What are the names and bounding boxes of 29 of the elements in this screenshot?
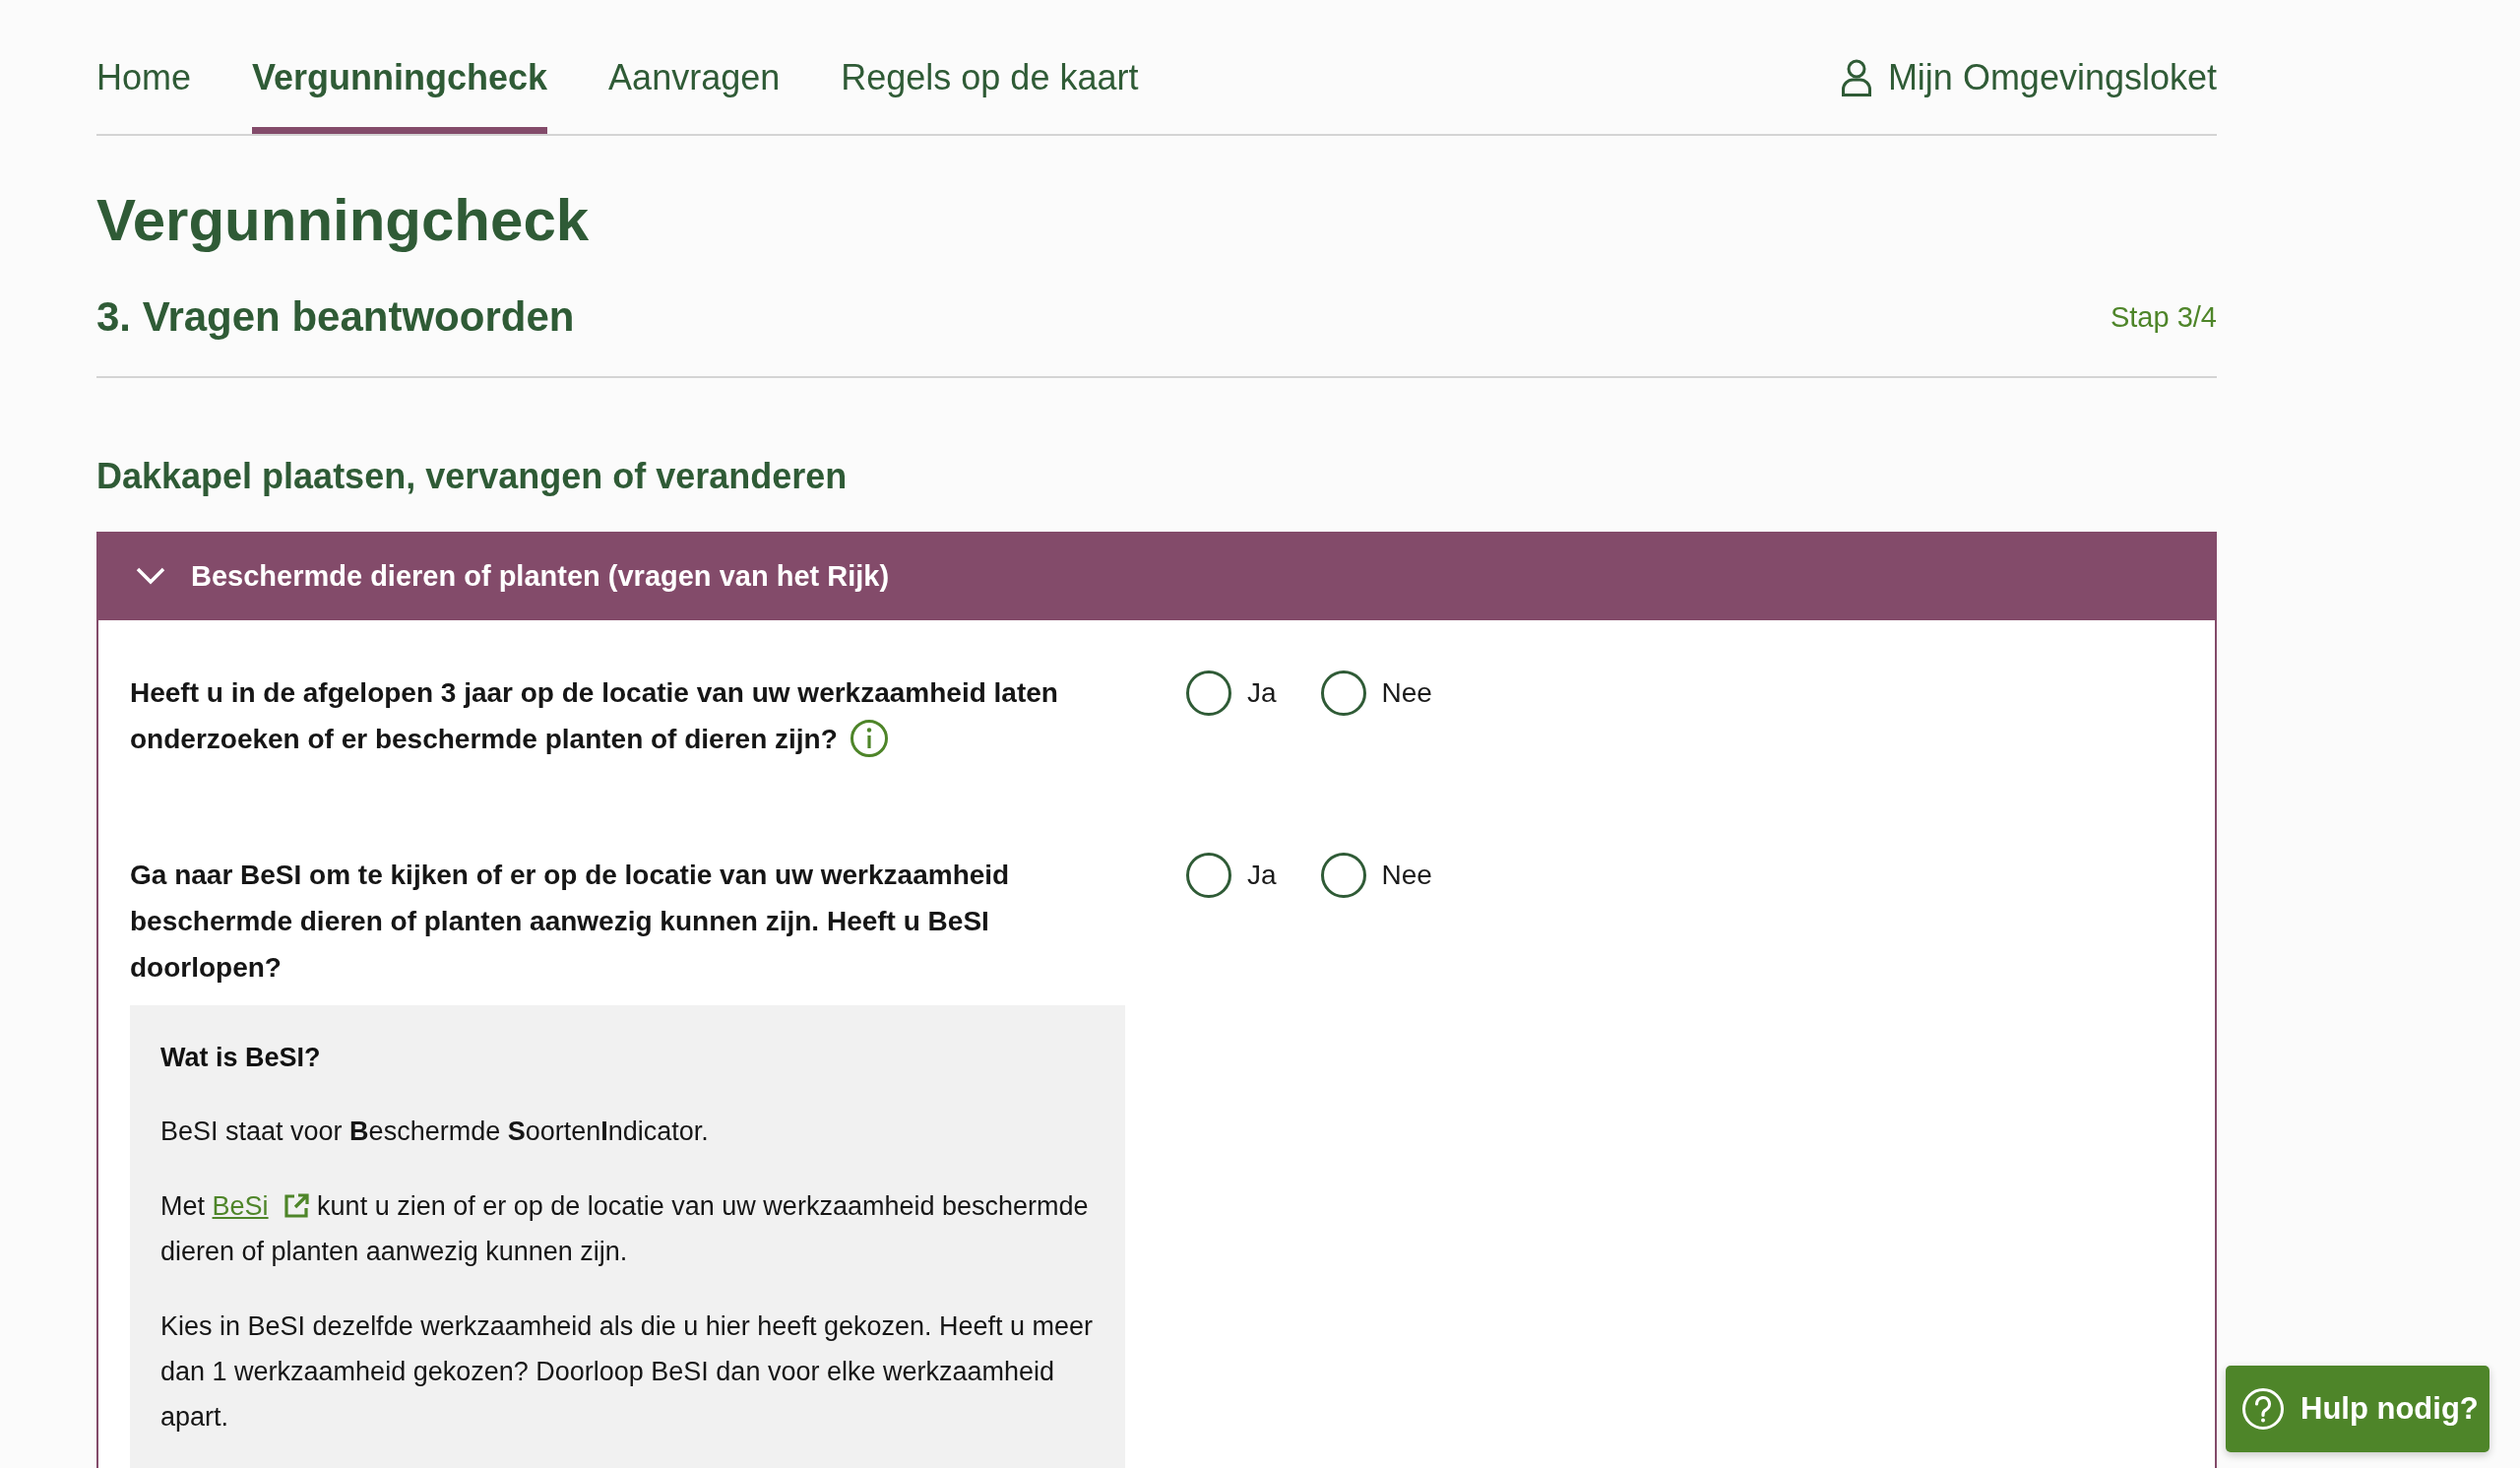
nav-tab[interactable]: Regels op de kaart (841, 35, 1139, 134)
info-title: Wat is BeSI? (160, 1042, 322, 1074)
user-icon (1840, 58, 1872, 96)
option-label[interactable]: Ja (1247, 859, 1277, 891)
external-link-icon (282, 1192, 310, 1220)
option-label[interactable]: Nee (1381, 859, 1432, 891)
account-link[interactable]: Mijn Omgevingsloket (1840, 35, 2217, 134)
question-text: Heeft u in de afgelopen 3 jaar op de locatie van uw werkzaamheid laten onderzoeken of er beschermde planten of dieren zijn? (130, 670, 1125, 762)
help-button[interactable]: Hulp nodig? (2226, 1366, 2489, 1452)
option-label[interactable]: Ja (1247, 676, 1277, 709)
option-label[interactable]: Nee (1381, 676, 1432, 709)
radio-button[interactable] (1186, 852, 1231, 898)
info-text: BeSI staat voor Beschermde SoortenIndicator. (160, 1116, 710, 1148)
accordion-header[interactable]: Beschermde dieren of planten (vragen van het Rijk) (96, 532, 2217, 620)
chevron-down-icon (136, 567, 165, 585)
info-text: Kies in BeSI dezelfde werkzaamheid als die u hier heeft gekozen. Heeft u meer dan 1 werkzaamheid gekozen? Doorloop BeSI dan voor elke werkzaamheid apart. (160, 1310, 1095, 1434)
radio-button[interactable] (1186, 670, 1231, 716)
info-icon[interactable] (849, 719, 889, 758)
info-text: Met BeSi kunt u zien of er op de locatie van uw werkzaamheid beschermde dieren of planten aanwezig kunnen zijn. (160, 1183, 1095, 1274)
step-title: 3. Vragen beantwoorden (96, 292, 575, 342)
nav-tab[interactable]: Home (96, 35, 192, 134)
nav-tab[interactable]: Vergunningcheck (252, 35, 548, 134)
question-text: Ga naar BeSI om te kijken of er op de locatie van uw werkzaamheid beschermde dieren of planten aanwezig kunnen zijn. Heeft u BeSI doorlopen? (130, 859, 1011, 985)
step-indicator: Stap 3/4 (2110, 300, 2217, 334)
help-icon (2241, 1387, 2285, 1431)
page-title: Vergunningcheck (96, 186, 591, 255)
text-link[interactable]: BeSi (212, 1183, 310, 1229)
nav-tab[interactable]: Aanvragen (608, 35, 781, 134)
section-title: Dakkapel plaatsen, vervangen of veranderen (96, 455, 849, 498)
